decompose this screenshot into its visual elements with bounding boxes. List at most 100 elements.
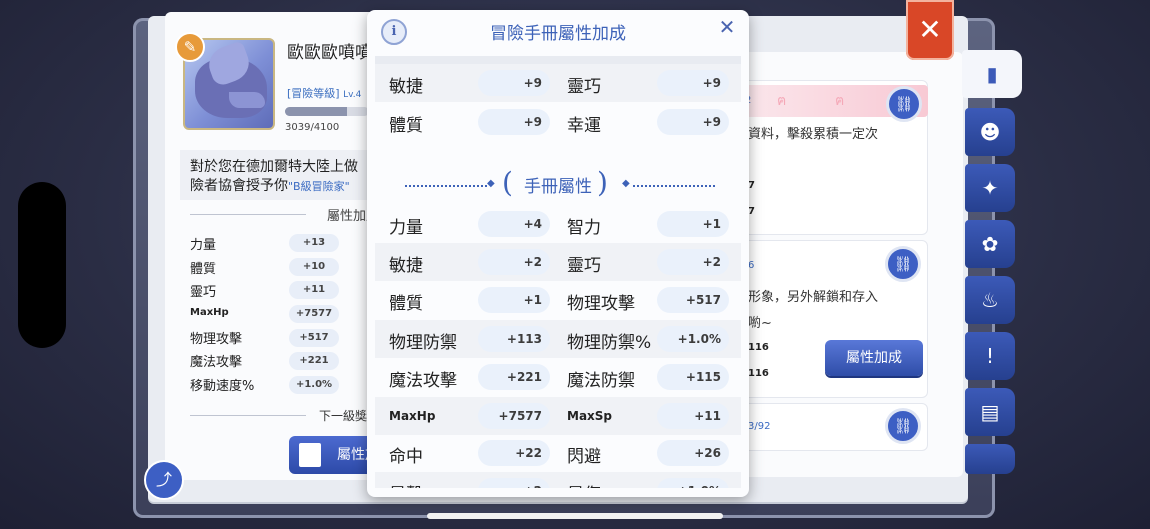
stat-value: +1 (478, 287, 550, 313)
stat-value: +1 (657, 211, 729, 237)
level-label: [冒險等級] (287, 87, 340, 100)
bracket-icon: ) (597, 166, 608, 199)
level-value: Lv.4 (343, 90, 362, 100)
section-header: ◆ ( 手冊屬性 ) ◆ (375, 166, 741, 206)
stat-value: +2 (478, 478, 550, 488)
stat-row: 物理防禦 +113 物理防禦% +1.0% (375, 320, 741, 358)
tab-card-icon[interactable] (965, 444, 1015, 474)
stat-label: 幸運 (567, 116, 601, 136)
link-icon[interactable]: ⛓ (886, 86, 922, 122)
stat-value: +1.0% (657, 478, 729, 488)
share-icon[interactable]: ⤴ (144, 460, 184, 500)
stat-value: +7577 (478, 403, 550, 429)
tab-pet-icon[interactable]: ✿ (965, 220, 1015, 268)
cat-face-icon: ฅ (835, 93, 845, 109)
card-line: 7 (748, 206, 755, 217)
left-stat-label: 力量 (190, 238, 217, 253)
stat-row: 體質 +1 物理攻擊 +517 (375, 281, 741, 319)
left-stat-value: +10 (289, 258, 339, 276)
stat-row: 力量 +4 智力 +1 (375, 205, 741, 243)
stat-value: +1.0% (657, 326, 729, 352)
stat-value: +9 (657, 109, 729, 135)
left-stat-value: +7577 (289, 305, 339, 323)
stat-value: +2 (478, 249, 550, 275)
modal-title: 冒險手冊屬性加成 (490, 24, 626, 44)
left-stat-label: 物理攻擊 (190, 332, 243, 347)
stat-value: +221 (478, 364, 550, 390)
left-stat-label: MaxHp (190, 307, 229, 318)
stat-value: +115 (657, 364, 729, 390)
left-stat-value: +1.0% (289, 376, 339, 394)
stat-label: 體質 (389, 116, 423, 136)
stat-row: 魔法攻擊 +221 魔法防禦 +115 (375, 358, 741, 396)
cat-face-icon: ฅ (777, 93, 787, 109)
card-text: 形象，另外解鎖和存入 (748, 290, 879, 305)
attr-bonus-button[interactable]: 屬性加成 (825, 340, 923, 376)
stat-row: 命中 +22 閃避 +26 (375, 434, 741, 472)
attr-button[interactable]: 屬性加成 (289, 436, 369, 474)
home-indicator[interactable] (427, 513, 723, 519)
intro-line-2-text: 險者協會授予你 (190, 178, 288, 194)
stat-label: MaxSp (567, 409, 613, 423)
tab-chef-icon[interactable]: ♨ (965, 276, 1015, 324)
left-stat-value: +13 (289, 234, 339, 252)
stat-value: +26 (657, 440, 729, 466)
modal-scroll-area[interactable]: 敏捷 +9 靈巧 +9 體質 +9 幸運 +9 ◆ ( 手冊屬性 ) ◆ 力量 … (375, 56, 741, 488)
stat-value: +517 (657, 287, 729, 313)
left-stat-value: +517 (289, 329, 339, 347)
link-icon[interactable]: ⛓ (885, 246, 921, 282)
exp-text: 3039/4100 (285, 122, 340, 133)
stat-row: 體質 +9 幸運 +9 (375, 103, 741, 141)
close-icon[interactable]: ✕ (906, 0, 954, 60)
left-stat-label: 靈巧 (190, 285, 217, 300)
intro-text: 對於您在德加爾特大陸上做 險者協會授予你"B級冒險家" (190, 158, 370, 196)
stat-label: 體質 (389, 294, 423, 314)
adventure-level: [冒險等級] Lv.4 (287, 85, 369, 101)
next-level-label: 下一級獎勵 (319, 409, 369, 423)
tab-npc-icon[interactable]: ! (965, 332, 1015, 380)
intro-line-1: 對於您在德加爾特大陸上做 (190, 159, 358, 175)
link-icon[interactable]: ⛓ (885, 408, 921, 444)
stat-label: 靈巧 (567, 256, 601, 276)
tab-monster-icon[interactable]: ☻ (965, 108, 1015, 156)
stat-row: MaxHp +7577 MaxSp +11 (375, 397, 741, 435)
stat-label: 命中 (389, 447, 423, 467)
attr-heading: 屬性加成 (327, 209, 370, 224)
stat-label: 魔法攻擊 (389, 371, 457, 391)
book-icon (299, 443, 321, 467)
stat-value: +9 (657, 70, 729, 96)
tab-map-icon[interactable]: ▤ (965, 388, 1015, 436)
left-stat-value: +11 (289, 281, 339, 299)
stat-label: 靈巧 (567, 77, 601, 97)
card-text: 資料，擊殺累積一定次 (748, 127, 879, 142)
card-num: 3/92 (748, 421, 771, 432)
attr-button-label: 屬性加成 (337, 447, 369, 463)
top-strip (375, 56, 741, 64)
stat-label: 物理攻擊 (567, 294, 635, 314)
close-icon[interactable]: ✕ (716, 16, 738, 38)
stat-value: +4 (478, 211, 550, 237)
stat-label: 物理防禦% (567, 333, 652, 353)
card-line: 7 (748, 180, 755, 191)
wolf-jaw (229, 92, 265, 108)
stat-row: 敏捷 +2 靈巧 +2 (375, 243, 741, 281)
stat-value: +9 (478, 109, 550, 135)
exp-bar-fill (285, 107, 348, 116)
stat-value: +11 (657, 403, 729, 429)
tab-headgear-icon[interactable]: ✦ (965, 164, 1015, 212)
stat-label: 敏捷 (389, 256, 423, 276)
card-line: 116 (748, 342, 769, 353)
stat-value: +9 (478, 70, 550, 96)
left-stat-label: 體質 (190, 262, 217, 277)
tab-handbook-icon[interactable]: ▮ (962, 50, 1022, 98)
screen-notch (18, 182, 66, 348)
edit-badge-icon[interactable]: ✎ (175, 32, 205, 62)
left-stat-value: +221 (289, 352, 339, 370)
arrow-icon: ◆ (622, 178, 630, 189)
stat-label: MaxHp (389, 409, 436, 423)
dotted-line (633, 185, 715, 187)
rank-text: "B級冒險家" (288, 180, 350, 193)
stat-label: 敏捷 (389, 77, 423, 97)
handbook-attr-modal: i 冒險手冊屬性加成 ✕ 敏捷 +9 靈巧 +9 體質 +9 幸運 +9 ◆ (… (367, 10, 749, 497)
intro-line-2: 險者協會授予你"B級冒險家" (190, 177, 370, 196)
